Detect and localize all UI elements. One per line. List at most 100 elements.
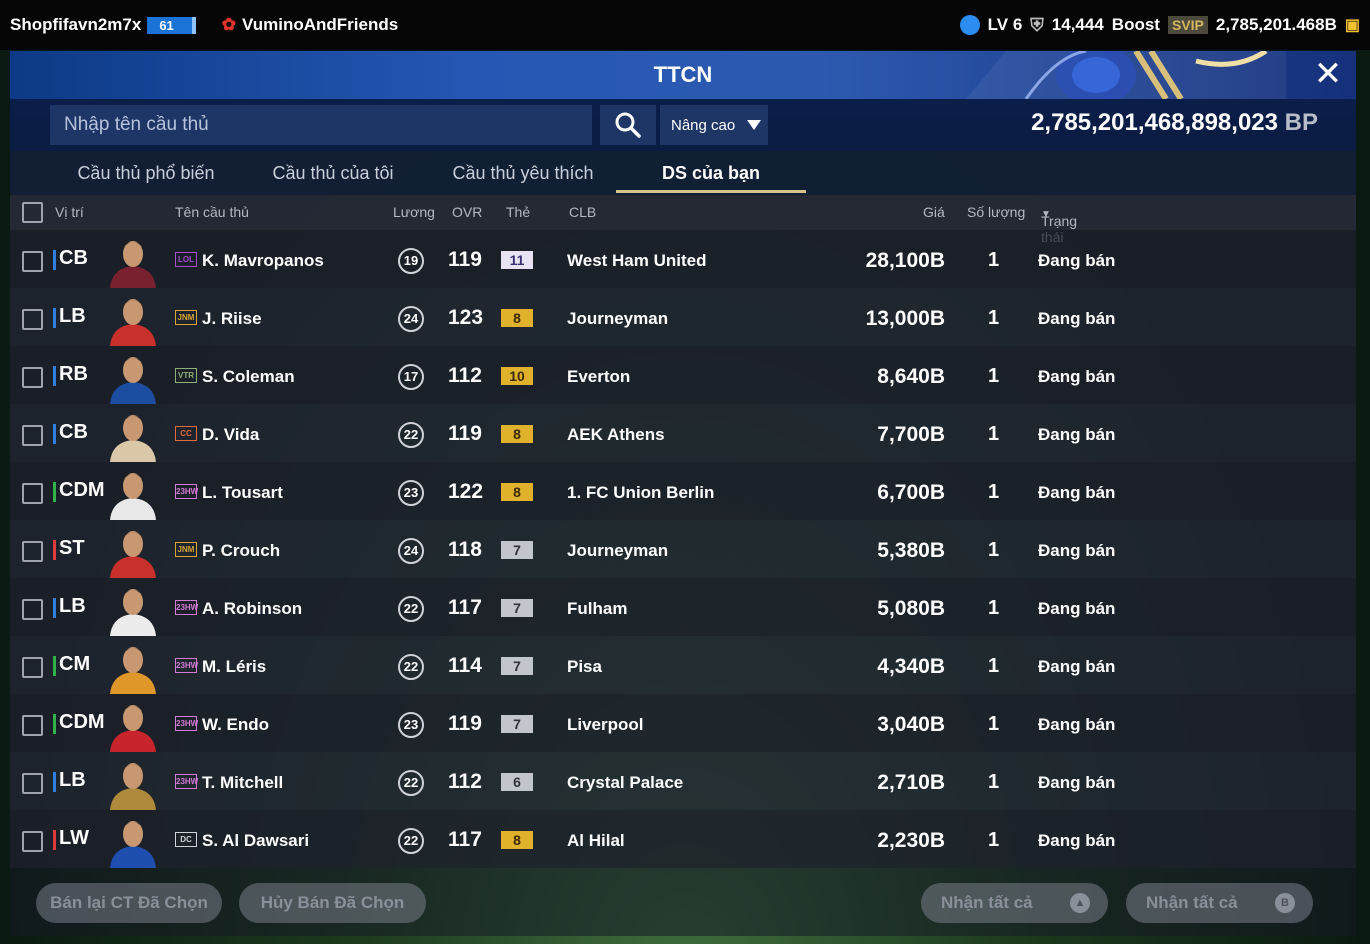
row-checkbox[interactable] — [22, 773, 43, 794]
col-ovr[interactable]: OVR — [452, 204, 482, 220]
player-name: D. Vida — [202, 425, 260, 444]
player-ovr: 123 — [448, 306, 484, 329]
card-grade-badge: 7 — [501, 599, 533, 617]
row-checkbox[interactable] — [22, 367, 43, 388]
listing-price: 2,710B — [877, 771, 945, 794]
col-quantity[interactable]: Số lượng — [967, 204, 1025, 220]
player-ovr: 122 — [448, 480, 484, 503]
col-card[interactable]: Thẻ — [506, 204, 530, 220]
position-color-bar — [53, 540, 56, 560]
currency-area: LV 6 ⛨ 14,444 Boost SVIP 2,785,201.468B … — [959, 15, 1360, 36]
listing-price: 28,100B — [865, 249, 945, 272]
listing-table: CB LOL K. Mavropanos 19 119 11 West Ham … — [10, 230, 1356, 868]
col-position[interactable]: Vị trí — [55, 204, 84, 220]
row-checkbox[interactable] — [22, 599, 43, 620]
salary-badge: 22 — [398, 596, 424, 622]
table-row[interactable]: LB 23HW T. Mitchell 22 112 6 Crystal Pal… — [10, 752, 1356, 810]
player-name: W. Endo — [202, 715, 270, 734]
salary-badge: 23 — [398, 712, 424, 738]
table-row[interactable]: CB LOL K. Mavropanos 19 119 11 West Ham … — [10, 230, 1356, 288]
col-price[interactable]: Giá — [923, 204, 945, 220]
table-row[interactable]: CM 23HW M. Léris 22 114 7 Pisa 4,340B 1 … — [10, 636, 1356, 694]
claim-all-coins-button[interactable]: Nhận tất cả B — [1126, 883, 1313, 923]
col-player-name[interactable]: Tên cầu thủ — [175, 204, 249, 220]
listing-status: Đang bán — [1038, 309, 1116, 328]
listing-status: Đang bán — [1038, 483, 1116, 502]
search-button[interactable] — [600, 105, 656, 145]
col-club[interactable]: CLB — [569, 204, 596, 220]
card-grade-badge: 10 — [501, 367, 533, 385]
svip-badge[interactable]: SVIP — [1167, 16, 1208, 34]
tab-popular-players[interactable]: Cầu thủ phổ biến — [72, 151, 220, 195]
advanced-filter-dropdown[interactable]: Nâng cao — [660, 105, 768, 145]
player-club: Fulham — [567, 599, 628, 618]
table-row[interactable]: CDM 23HW W. Endo 23 119 7 Liverpool 3,04… — [10, 694, 1356, 752]
row-checkbox[interactable] — [22, 831, 43, 852]
close-icon[interactable]: ✕ — [1310, 57, 1346, 93]
listing-price: 3,040B — [877, 713, 945, 736]
position-color-bar — [53, 366, 56, 386]
search-bar: Nâng cao 2,785,201,468,898,023 BP — [10, 99, 1356, 151]
tab-your-listings[interactable]: DS của bạn — [616, 151, 806, 195]
tab-favorite-players[interactable]: Cầu thủ yêu thích — [448, 151, 598, 195]
listing-status: Đang bán — [1038, 251, 1116, 270]
boost-label[interactable]: Boost — [1112, 15, 1160, 35]
resell-selected-button[interactable]: Bán lại CT Đã Chọn — [36, 883, 222, 923]
season-badge: JNM — [175, 310, 197, 325]
table-row[interactable]: LW DC S. Al Dawsari 22 117 8 Al Hilal 2,… — [10, 810, 1356, 868]
row-checkbox[interactable] — [22, 715, 43, 736]
row-checkbox[interactable] — [22, 309, 43, 330]
listing-quantity: 1 — [988, 597, 1000, 619]
player-position: CDM — [59, 711, 105, 733]
claim-all-players-button[interactable]: Nhận tất cả ▲ — [921, 883, 1108, 923]
salary-badge: 17 — [398, 364, 424, 390]
card-grade-badge: 8 — [501, 425, 533, 443]
player-name: T. Mitchell — [202, 773, 284, 792]
player-face-icon — [110, 299, 156, 346]
player-club: Everton — [567, 367, 631, 386]
player-position: LB — [59, 595, 86, 617]
window-title: TTCN — [653, 62, 713, 87]
top-status-bar: Shopfifavn2m7x 61 ✿ VuminoAndFriends LV … — [0, 0, 1370, 50]
table-row[interactable]: LB 23HW A. Robinson 22 117 7 Fulham 5,08… — [10, 578, 1356, 636]
row-checkbox[interactable] — [22, 425, 43, 446]
position-color-bar — [53, 714, 56, 734]
table-row[interactable]: CB CC D. Vida 22 119 8 AEK Athens 7,700B… — [10, 404, 1356, 462]
player-ovr: 118 — [448, 538, 482, 561]
player-ovr: 119 — [448, 422, 482, 445]
table-row[interactable]: CDM 23HW L. Tousart 23 122 8 1. FC Union… — [10, 462, 1356, 520]
position-color-bar — [53, 656, 56, 676]
card-grade-badge: 8 — [501, 831, 533, 849]
table-row[interactable]: ST JNM P. Crouch 24 118 7 Journeyman 5,3… — [10, 520, 1356, 578]
coin-b-icon: B — [1275, 893, 1295, 913]
level-face-icon — [959, 15, 980, 35]
season-badge: 23HW — [175, 716, 198, 731]
listing-status: Đang bán — [1038, 367, 1116, 386]
footer-actions: Bán lại CT Đã Chọn Hủy Bán Đã Chọn Nhận … — [10, 883, 1356, 935]
table-row[interactable]: LB JNM J. Riise 24 123 8 Journeyman 13,0… — [10, 288, 1356, 346]
row-checkbox[interactable] — [22, 251, 43, 272]
listing-status: Đang bán — [1038, 773, 1116, 792]
chevron-down-icon — [747, 120, 762, 130]
listing-status: Đang bán — [1038, 425, 1116, 444]
listing-status: Đang bán — [1038, 715, 1116, 734]
row-checkbox[interactable] — [22, 541, 43, 562]
tab-my-players[interactable]: Cầu thủ của tôi — [268, 151, 398, 195]
row-checkbox[interactable] — [22, 657, 43, 678]
player-face-icon — [110, 589, 156, 636]
col-status[interactable]: Trạng thái▼ — [1041, 204, 1077, 245]
player-search-input[interactable] — [50, 105, 592, 145]
salary-badge: 24 — [398, 306, 424, 332]
player-position: CB — [59, 421, 88, 443]
player-ovr: 112 — [448, 364, 482, 387]
player-face-icon — [110, 241, 156, 288]
player-ovr: 114 — [448, 654, 482, 677]
select-all-checkbox[interactable] — [22, 202, 43, 223]
listing-quantity: 1 — [988, 771, 1000, 793]
row-checkbox[interactable] — [22, 483, 43, 504]
table-row[interactable]: RB VTR S. Coleman 17 112 10 Everton 8,64… — [10, 346, 1356, 404]
col-salary[interactable]: Lương — [393, 204, 435, 220]
player-ovr: 112 — [448, 770, 482, 793]
salary-badge: 22 — [398, 770, 424, 796]
cancel-selected-sale-button[interactable]: Hủy Bán Đã Chọn — [239, 883, 426, 923]
